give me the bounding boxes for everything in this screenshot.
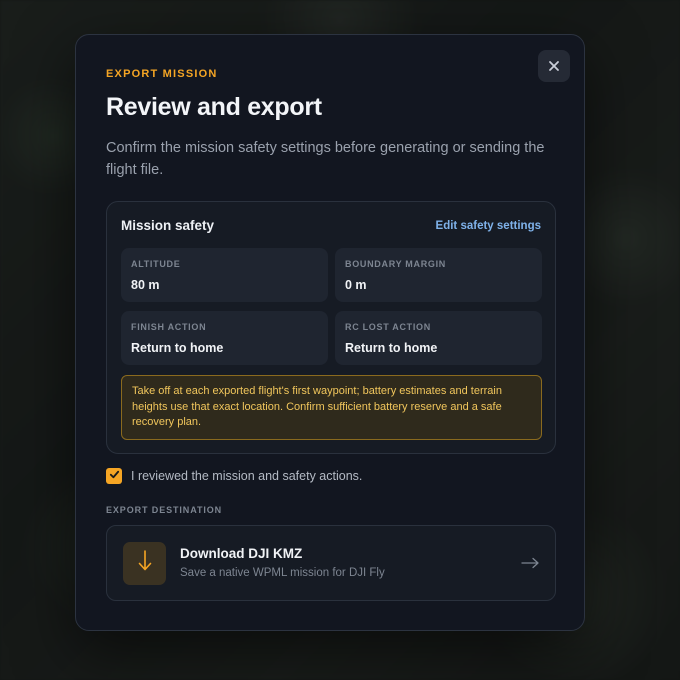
stat-value: 0 m: [345, 278, 367, 292]
stat-rc-lost-action: RC LOST ACTION Return to home: [335, 311, 542, 365]
arrow-right-icon: [521, 556, 539, 574]
stat-label: BOUNDARY MARGIN: [345, 259, 447, 269]
dialog-description: Confirm the mission safety settings befo…: [106, 140, 545, 178]
mission-safety-card: Mission safety Edit safety settings ALTI…: [106, 201, 556, 454]
stat-label: RC LOST ACTION: [345, 322, 431, 332]
export-destination-label: EXPORT DESTINATION: [106, 505, 223, 515]
download-subtitle: Save a native WPML mission for DJI Fly: [180, 567, 385, 579]
review-confirmation[interactable]: I reviewed the mission and safety action…: [106, 468, 362, 484]
stat-altitude: ALTITUDE 80 m: [121, 248, 328, 302]
mission-safety-title: Mission safety: [121, 218, 215, 233]
stat-value: 80 m: [131, 278, 160, 292]
dialog-title: Review and export: [106, 93, 322, 121]
takeoff-warning: Take off at each exported flight's first…: [121, 375, 542, 440]
review-checkbox[interactable]: [106, 468, 122, 484]
download-dji-kmz-button[interactable]: Download DJI KMZ Save a native WPML miss…: [106, 525, 556, 601]
stat-value: Return to home: [131, 341, 224, 355]
review-checkbox-label: I reviewed the mission and safety action…: [131, 469, 363, 483]
download-arrow-icon: [137, 549, 153, 578]
stat-label: ALTITUDE: [131, 259, 181, 269]
export-mission-dialog: EXPORT MISSION Review and export Confirm…: [75, 34, 585, 631]
dialog-eyebrow: EXPORT MISSION: [106, 68, 218, 80]
stat-label: FINISH ACTION: [131, 322, 207, 332]
check-icon: [109, 467, 120, 485]
stat-finish-action: FINISH ACTION Return to home: [121, 311, 328, 365]
stat-boundary-margin: BOUNDARY MARGIN 0 m: [335, 248, 542, 302]
download-title: Download DJI KMZ: [180, 546, 303, 561]
edit-safety-settings-link[interactable]: Edit safety settings: [436, 220, 541, 232]
close-icon: [548, 60, 560, 72]
download-icon-tile: [123, 542, 166, 585]
close-button[interactable]: [538, 50, 570, 82]
stat-value: Return to home: [345, 341, 438, 355]
